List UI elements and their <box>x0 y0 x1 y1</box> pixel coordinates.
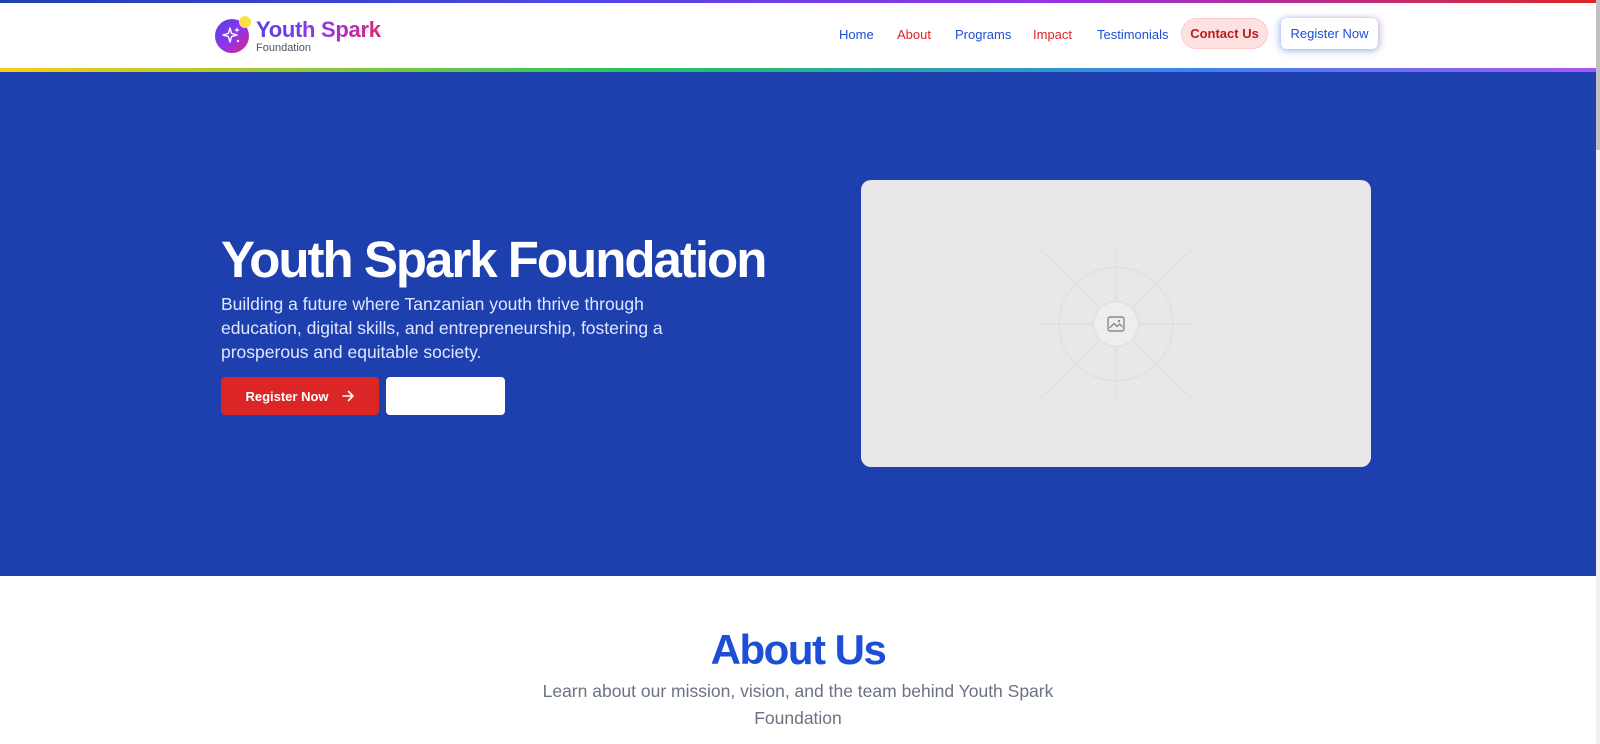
register-now-header-button[interactable]: Register Now <box>1281 18 1378 49</box>
nav-link-programs[interactable]: Programs <box>955 27 1011 42</box>
arrow-right-icon <box>341 390 354 402</box>
hero-section: Youth Spark Foundation Building a future… <box>0 72 1596 576</box>
hero-description: Building a future where Tanzanian youth … <box>221 294 663 362</box>
scrollbar-thumb[interactable] <box>1596 0 1600 150</box>
secondary-hero-button[interactable] <box>386 377 505 415</box>
register-now-button[interactable]: Register Now <box>221 377 379 415</box>
about-title: About Us <box>710 626 887 673</box>
nav-link-home[interactable]: Home <box>839 27 874 42</box>
hero-title: Youth Spark Foundation <box>221 231 767 288</box>
contact-us-button[interactable]: Contact Us <box>1181 18 1268 49</box>
page: Youth Spark Foundation Home About Progra… <box>0 0 1600 744</box>
nav-link-impact[interactable]: Impact <box>1033 27 1072 42</box>
register-now-label: Register Now <box>245 388 329 404</box>
image-placeholder-icon <box>1093 301 1139 347</box>
nav-link-testimonials[interactable]: Testimonials <box>1097 27 1169 42</box>
hero-image-placeholder <box>861 180 1371 467</box>
main-nav: Home About Programs Impact Testimonials … <box>0 3 1596 68</box>
about-subtitle: Learn about our mission, vision, and the… <box>542 681 1054 728</box>
site-header: Youth Spark Foundation Home About Progra… <box>0 3 1596 68</box>
page-scrollbar[interactable] <box>1596 0 1600 744</box>
nav-link-about[interactable]: About <box>897 27 931 42</box>
about-section: About Us Learn about our mission, vision… <box>0 576 1596 744</box>
